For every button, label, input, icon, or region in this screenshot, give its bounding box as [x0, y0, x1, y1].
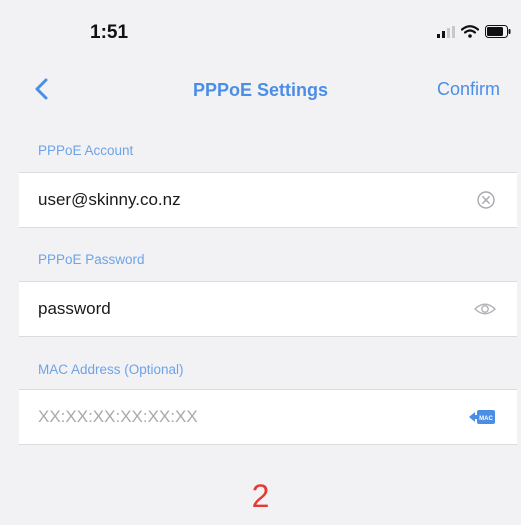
- mac-address-label: MAC Address (Optional): [38, 362, 184, 377]
- account-label: PPPoE Account: [38, 143, 134, 158]
- password-row: [19, 281, 517, 337]
- mac-address-row: MAC: [19, 389, 517, 445]
- mac-clone-icon[interactable]: MAC: [467, 404, 497, 430]
- status-bar: 1:51: [0, 0, 521, 68]
- status-icons: [437, 25, 511, 43]
- clear-icon[interactable]: [473, 187, 499, 213]
- mac-address-input[interactable]: [38, 390, 438, 444]
- page-number: 2: [251, 478, 270, 514]
- account-input[interactable]: [38, 173, 438, 227]
- mac-clone-icon-text: MAC: [479, 416, 493, 422]
- account-row: [19, 172, 517, 228]
- battery-icon: [485, 25, 511, 43]
- nav-bar: PPPoE Settings Confirm: [0, 68, 521, 112]
- password-label: PPPoE Password: [38, 252, 145, 267]
- wifi-icon: [460, 25, 480, 43]
- status-time: 1:51: [90, 22, 129, 43]
- password-input[interactable]: [38, 282, 438, 336]
- confirm-button[interactable]: Confirm: [437, 79, 500, 100]
- signal-icon: [437, 25, 455, 43]
- eye-icon[interactable]: [472, 296, 498, 322]
